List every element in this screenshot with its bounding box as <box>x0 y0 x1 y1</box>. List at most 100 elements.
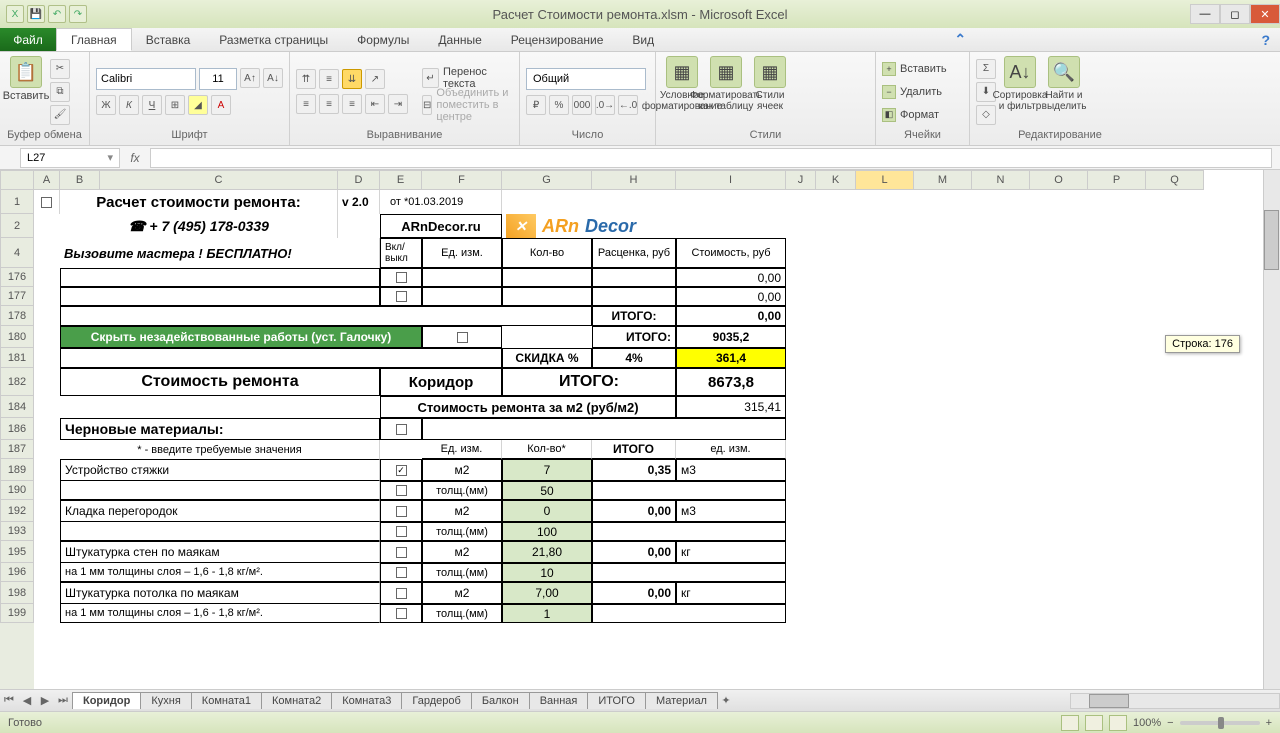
cell[interactable]: м2 <box>422 582 502 604</box>
tab-home[interactable]: Главная <box>56 28 132 51</box>
sheet-tab-Комната2[interactable]: Комната2 <box>261 692 332 709</box>
cell[interactable] <box>422 268 502 287</box>
sheet-tab-Гардероб[interactable]: Гардероб <box>401 692 471 709</box>
cell[interactable] <box>502 268 592 287</box>
select-all-corner[interactable] <box>0 170 34 190</box>
help-icon[interactable]: ? <box>1251 28 1280 51</box>
currency-icon[interactable]: ₽ <box>526 95 546 115</box>
row-header-182[interactable]: 182 <box>0 368 34 396</box>
cell[interactable]: v 2.0 <box>338 190 380 214</box>
cell[interactable]: 10 <box>502 563 592 582</box>
row-header-4[interactable]: 4 <box>0 238 34 268</box>
cell[interactable]: на 1 мм толщины слоя – 1,6 - 1,8 кг/м². <box>60 563 380 582</box>
cell[interactable]: СКИДКА % <box>502 348 592 368</box>
row-header-187[interactable]: 187 <box>0 440 34 459</box>
row-header-192[interactable]: 192 <box>0 500 34 522</box>
indent-inc-icon[interactable]: ⇥ <box>388 94 408 114</box>
tab-nav-prev-icon[interactable]: ◀ <box>18 692 36 710</box>
font-select[interactable] <box>96 68 196 90</box>
col-header-C[interactable]: C <box>100 170 338 190</box>
cell[interactable] <box>380 604 422 623</box>
cell[interactable] <box>592 287 676 306</box>
align-middle-icon[interactable]: ≡ <box>319 69 339 89</box>
col-header-O[interactable]: O <box>1030 170 1088 190</box>
cell[interactable] <box>592 563 786 582</box>
cell[interactable] <box>60 522 380 541</box>
col-header-P[interactable]: P <box>1088 170 1146 190</box>
cell[interactable]: Устройство стяжки <box>60 459 380 481</box>
col-header-G[interactable]: G <box>502 170 592 190</box>
cell[interactable] <box>34 190 60 214</box>
cell[interactable]: 100 <box>502 522 592 541</box>
col-header-N[interactable]: N <box>972 170 1030 190</box>
tab-data[interactable]: Данные <box>424 28 496 51</box>
cell[interactable]: от *01.03.2019 <box>380 190 502 214</box>
row-header-1[interactable]: 1 <box>0 190 34 214</box>
cell[interactable]: 0,00 <box>592 541 676 563</box>
row-header-2[interactable]: 2 <box>0 214 34 238</box>
align-right-icon[interactable]: ≡ <box>342 94 362 114</box>
font-color-icon[interactable]: A <box>211 95 231 115</box>
horizontal-scrollbar[interactable] <box>1070 693 1280 709</box>
cell[interactable]: Ед. изм. <box>422 440 502 459</box>
cell[interactable] <box>380 500 422 522</box>
cell[interactable]: Расчет стоимости ремонта: <box>60 190 338 214</box>
cell[interactable] <box>380 287 422 306</box>
cell[interactable] <box>592 481 786 500</box>
cell[interactable] <box>60 287 380 306</box>
cell[interactable]: м3 <box>676 500 786 522</box>
cell[interactable] <box>60 481 380 500</box>
cell[interactable]: 0,00 <box>592 582 676 604</box>
cell[interactable]: 50 <box>502 481 592 500</box>
cell[interactable] <box>380 418 422 440</box>
maximize-button[interactable]: ◻ <box>1220 4 1250 24</box>
cell[interactable] <box>380 563 422 582</box>
fx-icon[interactable]: fx <box>120 151 150 165</box>
comma-icon[interactable]: 000 <box>572 95 592 115</box>
cell[interactable] <box>380 481 422 500</box>
row-header-180[interactable]: 180 <box>0 326 34 348</box>
cell[interactable]: Вкл/выкл <box>380 238 422 268</box>
cell[interactable]: ИТОГО: <box>592 306 676 326</box>
cell[interactable]: толщ.(мм) <box>422 563 502 582</box>
cell[interactable] <box>502 287 592 306</box>
close-button[interactable]: ✕ <box>1250 4 1280 24</box>
cell[interactable]: толщ.(мм) <box>422 481 502 500</box>
redo-icon[interactable]: ↷ <box>69 5 87 23</box>
font-size[interactable] <box>199 68 237 90</box>
tab-nav-first-icon[interactable]: ⏮ <box>0 692 18 710</box>
cell[interactable]: м2 <box>422 500 502 522</box>
zoom-slider[interactable] <box>1180 721 1260 725</box>
col-header-Q[interactable]: Q <box>1146 170 1204 190</box>
cell[interactable]: 4% <box>592 348 676 368</box>
sheet-tab-Комната1[interactable]: Комната1 <box>191 692 262 709</box>
cut-icon[interactable]: ✂ <box>50 59 70 79</box>
cell[interactable]: Штукатурка потолка по маякам <box>60 582 380 604</box>
cell[interactable]: ед. изм. <box>676 440 786 459</box>
cell[interactable] <box>592 604 786 623</box>
row-header-193[interactable]: 193 <box>0 522 34 541</box>
cell[interactable]: ИТОГО: <box>502 368 676 396</box>
tab-nav-last-icon[interactable]: ⏭ <box>54 692 72 710</box>
col-header-K[interactable]: K <box>816 170 856 190</box>
cell[interactable]: 7,00 <box>502 582 592 604</box>
delete-cells-button[interactable]: −Удалить <box>882 82 963 102</box>
row-header-189[interactable]: 189 <box>0 459 34 481</box>
cell[interactable]: * - введите требуемые значения <box>60 440 380 459</box>
align-left-icon[interactable]: ≡ <box>296 94 316 114</box>
row-header-177[interactable]: 177 <box>0 287 34 306</box>
number-format[interactable] <box>526 68 646 90</box>
tab-formulas[interactable]: Формулы <box>343 28 424 51</box>
italic-button[interactable]: К <box>119 95 139 115</box>
vertical-scrollbar[interactable] <box>1263 170 1280 689</box>
row-header-196[interactable]: 196 <box>0 563 34 582</box>
format-cells-button[interactable]: ◧Формат <box>882 105 963 125</box>
percent-icon[interactable]: % <box>549 95 569 115</box>
cell-styles-button[interactable]: ▦Стили ячеек <box>750 56 790 127</box>
cell[interactable]: 1 <box>502 604 592 623</box>
file-tab[interactable]: Файл <box>0 28 56 51</box>
col-header-B[interactable]: B <box>60 170 100 190</box>
cell[interactable]: толщ.(мм) <box>422 604 502 623</box>
dec-decimal-icon[interactable]: ←.0 <box>618 95 638 115</box>
cell[interactable] <box>422 326 502 348</box>
